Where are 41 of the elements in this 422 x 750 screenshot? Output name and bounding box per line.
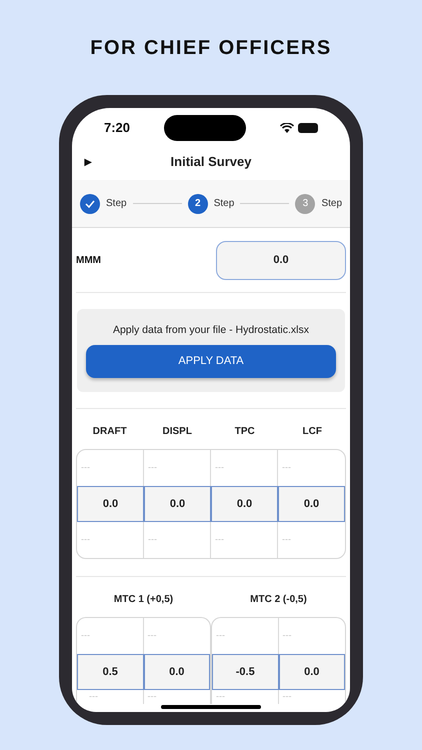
table-cell[interactable]: --- [278, 690, 345, 704]
field-label: MMM [76, 254, 101, 268]
column-header: DISPL [162, 424, 193, 439]
table-cell[interactable]: --- [144, 618, 210, 654]
column-header: DRAFT [92, 424, 128, 439]
table-cell[interactable]: --- [278, 618, 345, 654]
table-cell[interactable]: 0.0 [144, 486, 211, 522]
table-cell[interactable]: --- [85, 690, 144, 704]
step-label: Step [106, 197, 127, 211]
table-cell[interactable]: 0.0 [211, 486, 278, 522]
table-cell[interactable]: --- [211, 522, 278, 558]
table-cell[interactable]: 0.5 [77, 654, 144, 690]
table-cell[interactable]: 0.0 [77, 486, 144, 522]
table-cell[interactable]: --- [144, 522, 211, 558]
checkmark-icon [85, 200, 95, 208]
input-field[interactable]: 0.0 [216, 240, 346, 280]
back-button[interactable]: ◀ [84, 154, 92, 170]
table-cell[interactable]: 0.0 [144, 654, 210, 690]
table-cell[interactable]: 0.0 [278, 654, 345, 690]
column-header: MTC 1 (+0,5) [112, 592, 174, 607]
screen-title: Initial Survey [170, 153, 252, 172]
step-number: 3 [302, 197, 308, 211]
table-cell[interactable]: -0.5 [212, 654, 278, 690]
step-label: Step [321, 197, 342, 211]
step-label: Step [214, 197, 234, 211]
table-cell[interactable]: --- [212, 690, 278, 704]
apply-data-button[interactable]: APPLY DATA [86, 344, 336, 378]
column-header: TPC [234, 424, 256, 439]
import-text: Apply data from your file - Hydrostatic.xlsx [112, 323, 310, 338]
table-cell[interactable]: --- [278, 522, 345, 558]
table-cell[interactable]: --- [144, 690, 210, 704]
step-number: 2 [194, 197, 200, 211]
battery-icon [298, 123, 318, 133]
headline: FOR CHIEF OFFICERS [90, 36, 332, 61]
status-time: 7:20 [104, 119, 130, 138]
table-cell[interactable]: --- [77, 522, 144, 558]
column-header: LCF [302, 424, 323, 439]
wifi-icon [280, 123, 294, 133]
table-cell[interactable]: 0.0 [278, 486, 345, 522]
column-header: MTC 2 (-0,5) [249, 592, 308, 607]
table-cell[interactable]: --- [278, 450, 345, 486]
